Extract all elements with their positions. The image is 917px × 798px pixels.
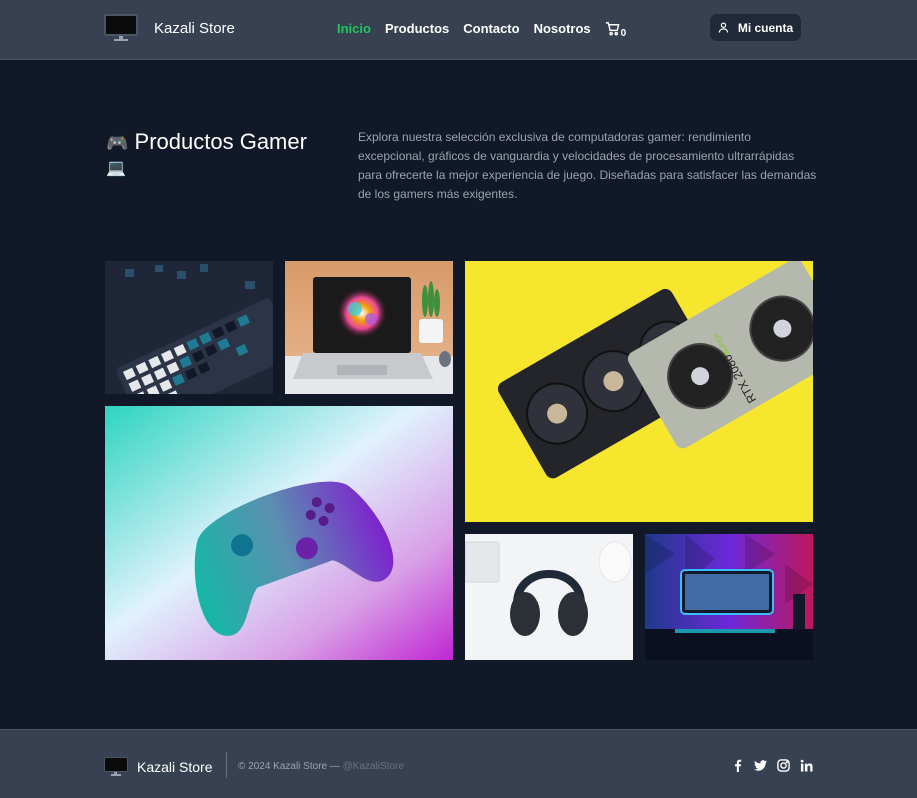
footer-brand[interactable]: Kazali Store	[104, 757, 212, 776]
user-icon	[718, 22, 729, 33]
social-links	[731, 759, 823, 772]
linkedin-icon[interactable]	[800, 759, 813, 772]
laptop-emoji-icon: 💻	[106, 160, 126, 177]
gallery-image-headphones[interactable]	[465, 534, 633, 660]
cart-icon	[605, 22, 620, 36]
site-footer: Kazali Store © 2024 Kazali Store — @Kaza…	[0, 729, 917, 798]
footer-brand-name: Kazali Store	[137, 758, 213, 775]
monitor-icon	[104, 757, 128, 776]
brand-link[interactable]: Kazali Store	[104, 14, 235, 42]
account-label: Mi cuenta	[737, 20, 794, 35]
account-button[interactable]: Mi cuenta	[710, 14, 801, 41]
nav-nosotros[interactable]: Nosotros	[534, 21, 591, 36]
social-handle-link[interactable]: @KazaliStore	[343, 761, 404, 772]
site-header: Kazali Store Inicio Productos Contacto N…	[0, 0, 917, 60]
gallery-image-gaming-setup[interactable]	[645, 534, 813, 660]
instagram-icon[interactable]	[777, 759, 790, 772]
gamepad-emoji-icon: 🎮	[106, 133, 129, 153]
nav-productos[interactable]: Productos	[385, 21, 449, 36]
gallery-image-laptop[interactable]	[285, 261, 453, 394]
nav-inicio[interactable]: Inicio	[337, 21, 371, 36]
copyright: © 2024 Kazali Store —	[238, 761, 343, 772]
gallery-image-graphics-cards[interactable]: RTX 2080 SUPER	[465, 261, 813, 522]
facebook-icon[interactable]	[731, 759, 744, 772]
page-title-text: Productos Gamer	[134, 129, 307, 154]
monitor-icon	[104, 14, 138, 42]
cart-button[interactable]: 0	[605, 21, 627, 39]
cart-count: 0	[620, 28, 627, 39]
gallery-image-controller[interactable]	[105, 406, 453, 660]
copyright-text: © 2024 Kazali Store — @KazaliStore	[238, 761, 404, 772]
brand-name: Kazali Store	[154, 19, 235, 37]
intro-description: Explora nuestra selección exclusiva de c…	[358, 130, 817, 201]
main-nav: Inicio Productos Contacto Nosotros 0	[337, 21, 627, 39]
twitter-icon[interactable]	[754, 759, 767, 772]
gallery-image-keyboard[interactable]	[105, 261, 273, 394]
page-title: 🎮 Productos Gamer 💻	[106, 128, 307, 177]
footer-divider	[226, 752, 227, 778]
nav-contacto[interactable]: Contacto	[463, 21, 519, 36]
